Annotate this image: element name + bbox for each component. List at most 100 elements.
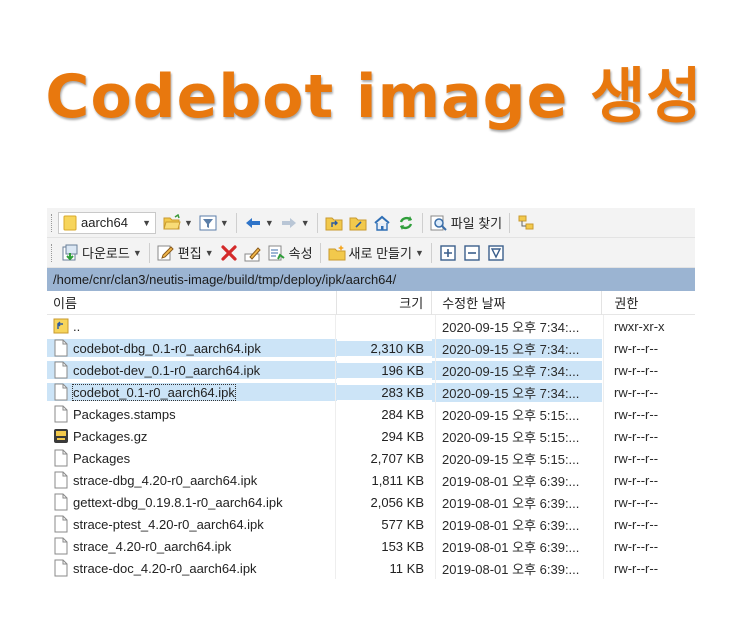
file-date: 2019-08-01 오후 6:39:... xyxy=(442,561,580,577)
list-item[interactable]: Packages.gz 294 KB 2020-09-15 오후 5:15:..… xyxy=(47,425,695,447)
select-minus-button[interactable] xyxy=(460,241,484,265)
parent-dir-icon xyxy=(53,318,69,334)
home-directory-button[interactable] xyxy=(370,211,394,235)
file-date: 2019-08-01 오후 6:39:... xyxy=(442,539,580,555)
chevron-down-icon: ▼ xyxy=(132,247,142,258)
file-icon xyxy=(54,493,68,511)
column-date-header[interactable]: 수정한 날짜 xyxy=(432,293,601,312)
file-perm: rw-r--r-- xyxy=(614,538,659,554)
file-panel: aarch64 ▼ ▼ ▼ ▼ ▼ 파일 찾기 다운로드 ▼ 편집 ▼ 속성 새… xyxy=(47,208,695,583)
file-size: 577 KB xyxy=(381,516,424,532)
file-size: 11 KB xyxy=(389,560,424,576)
new-button[interactable]: 새로 만들기 ▼ xyxy=(325,241,427,265)
file-size: 1,811 KB xyxy=(371,472,424,488)
file-perm: rw-r--r-- xyxy=(614,516,659,532)
forward-button[interactable]: ▼ xyxy=(277,211,313,235)
new-label: 새로 만들기 xyxy=(348,246,412,261)
file-date: 2020-09-15 오후 5:15:... xyxy=(442,429,580,445)
back-button[interactable]: ▼ xyxy=(241,211,277,235)
file-name: strace-ptest_4.20-r0_aarch64.ipk xyxy=(73,516,264,532)
list-item[interactable]: Packages 2,707 KB 2020-09-15 오후 5:15:...… xyxy=(47,447,695,469)
slide-title: Codebot image 생성 xyxy=(45,62,703,132)
file-name: codebot_0.1-r0_aarch64.ipk xyxy=(72,383,236,401)
file-size: 196 KB xyxy=(337,362,432,378)
column-name-header[interactable]: 이름 xyxy=(47,293,336,312)
tree-view-button[interactable] xyxy=(514,211,538,235)
file-date: 2019-08-01 오후 6:39:... xyxy=(442,495,580,511)
properties-label: 속성 xyxy=(288,246,313,261)
rename-button[interactable] xyxy=(241,241,265,265)
filter-icon xyxy=(199,215,217,230)
file-date: 2020-09-15 오후 7:34:... xyxy=(432,338,602,358)
file-actions-toolbar: 다운로드 ▼ 편집 ▼ 속성 새로 만들기 ▼ xyxy=(47,238,695,268)
folder-dropdown[interactable]: aarch64 ▼ xyxy=(58,211,156,234)
parent-directory-button[interactable] xyxy=(322,211,346,235)
refresh-icon xyxy=(399,215,412,230)
file-icon xyxy=(54,361,68,379)
chevron-down-icon: ▼ xyxy=(300,217,310,228)
root-folder-icon xyxy=(349,217,367,230)
list-item[interactable]: strace-ptest_4.20-r0_aarch64.ipk 577 KB … xyxy=(47,513,695,535)
open-folder-icon xyxy=(163,213,181,229)
column-header: 이름 크기 수정한 날짜 권한 xyxy=(47,290,695,315)
root-directory-button[interactable] xyxy=(346,211,370,235)
file-size: 294 KB xyxy=(381,428,424,444)
column-size-header[interactable]: 크기 xyxy=(337,293,432,312)
select-filter-button[interactable] xyxy=(484,241,508,265)
filter-button[interactable]: ▼ xyxy=(196,211,232,235)
delete-button[interactable] xyxy=(217,241,241,265)
path-bar[interactable]: /home/cnr/clan3/neutis-image/build/tmp/d… xyxy=(47,268,695,291)
toolbar-grip[interactable] xyxy=(51,213,54,232)
filter-box-icon xyxy=(488,244,504,261)
file-perm: rw-r--r-- xyxy=(614,428,659,444)
chevron-down-icon: ▼ xyxy=(184,217,193,228)
file-name: strace-doc_4.20-r0_aarch64.ipk xyxy=(73,560,257,576)
file-icon xyxy=(54,471,68,489)
file-perm: rwxr-xr-x xyxy=(614,318,665,334)
arrow-right-icon xyxy=(281,217,296,228)
open-folder-button[interactable]: ▼ xyxy=(160,211,196,235)
properties-button[interactable]: 속성 xyxy=(265,241,316,265)
chevron-down-icon: ▼ xyxy=(264,217,274,228)
folder-icon xyxy=(63,215,77,230)
column-perm-header[interactable]: 권한 xyxy=(602,293,695,312)
download-icon xyxy=(62,244,78,260)
file-name: codebot-dev_0.1-r0_aarch64.ipk xyxy=(73,362,261,378)
select-plus-button[interactable] xyxy=(436,241,460,265)
file-perm: rw-r--r-- xyxy=(614,384,659,400)
toolbar-grip[interactable] xyxy=(51,243,54,262)
file-date: 2019-08-01 오후 6:39:... xyxy=(442,517,580,533)
find-files-label: 파일 찾기 xyxy=(450,216,503,231)
find-files-button[interactable]: 파일 찾기 xyxy=(427,211,505,235)
arrow-left-icon xyxy=(245,217,260,228)
list-item[interactable]: .. 2020-09-15 오후 7:34:... rwxr-xr-x xyxy=(47,315,695,337)
gz-archive-icon xyxy=(54,429,68,443)
delete-x-icon xyxy=(221,244,237,261)
current-path: /home/cnr/clan3/neutis-image/build/tmp/d… xyxy=(53,272,397,287)
file-icon xyxy=(54,515,68,533)
refresh-button[interactable] xyxy=(394,211,418,235)
chevron-down-icon: ▼ xyxy=(219,217,229,228)
plus-box-icon xyxy=(440,244,456,261)
list-item[interactable]: strace-dbg_4.20-r0_aarch64.ipk 1,811 KB … xyxy=(47,469,695,491)
list-item[interactable]: gettext-dbg_0.19.8.1-r0_aarch64.ipk 2,05… xyxy=(47,491,695,513)
chevron-down-icon: ▼ xyxy=(204,247,214,258)
folder-dropdown-label: aarch64 xyxy=(81,215,128,230)
chevron-down-icon: ▼ xyxy=(142,217,151,228)
edit-button[interactable]: 편집 ▼ xyxy=(154,241,217,265)
file-name: strace-dbg_4.20-r0_aarch64.ipk xyxy=(73,472,258,488)
list-item[interactable]: codebot-dbg_0.1-r0_aarch64.ipk 2,310 KB … xyxy=(47,337,695,359)
file-date: 2020-09-15 오후 7:34:... xyxy=(432,382,602,402)
download-button[interactable]: 다운로드 ▼ xyxy=(58,241,145,265)
file-icon xyxy=(54,559,68,577)
list-item[interactable]: strace_4.20-r0_aarch64.ipk 153 KB 2019-0… xyxy=(47,535,695,557)
file-name: gettext-dbg_0.19.8.1-r0_aarch64.ipk xyxy=(73,494,283,510)
list-item[interactable]: strace-doc_4.20-r0_aarch64.ipk 11 KB 201… xyxy=(47,557,695,579)
minus-box-icon xyxy=(464,244,480,261)
list-item[interactable]: Packages.stamps 284 KB 2020-09-15 오후 5:1… xyxy=(47,403,695,425)
file-date: 2020-09-15 오후 5:15:... xyxy=(442,407,580,423)
download-label: 다운로드 xyxy=(82,246,130,261)
list-item[interactable]: codebot-dev_0.1-r0_aarch64.ipk 196 KB 20… xyxy=(47,359,695,381)
file-size: 2,707 KB xyxy=(370,450,425,466)
list-item[interactable]: codebot_0.1-r0_aarch64.ipk 283 KB 2020-0… xyxy=(47,381,695,403)
